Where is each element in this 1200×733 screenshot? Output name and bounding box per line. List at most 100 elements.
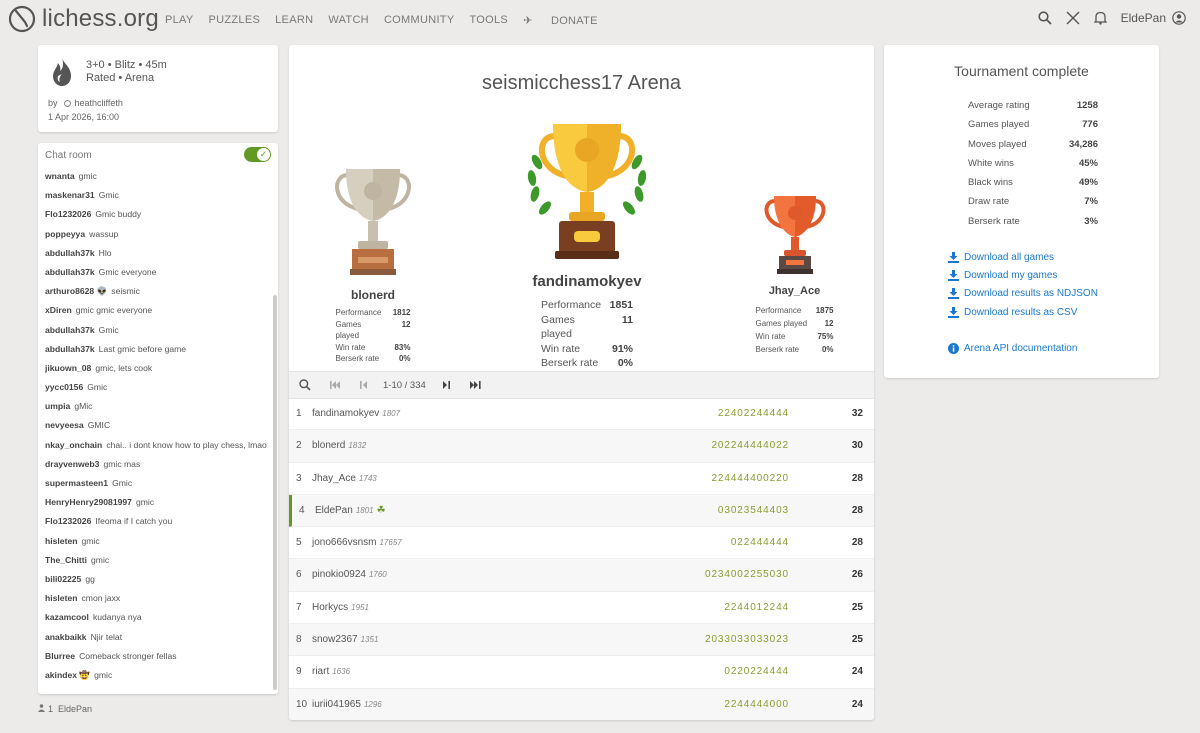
creator-link[interactable]: heathcliffeth [75,98,123,108]
download-my-games-link[interactable]: Download my games [948,270,1057,281]
standings-row[interactable]: 7 Horkycs 1951 2244012244 25 [289,592,874,625]
player[interactable]: pinokio0924 1760 [312,569,387,580]
prev-page-icon[interactable] [359,379,369,391]
members-name[interactable]: EldePan [58,704,92,714]
stat-label: Performance [755,306,802,315]
player-name[interactable]: blonerd [312,440,345,451]
chat-username[interactable]: arthuro8628 👽 [45,286,107,296]
chat-username[interactable]: nkay_onchain [45,440,102,450]
standings-row[interactable]: 9 riart 1636 0220224444 24 [289,656,874,689]
chat-username[interactable]: xDiren [45,305,72,315]
player[interactable]: fandinamokyev 1807 [312,408,400,419]
chat-username[interactable]: yycc0156 [45,382,83,392]
chat-message: anakbaikk Njir telat [45,632,267,643]
nav-learn[interactable]: LEARN [275,14,313,27]
standings-row[interactable]: 2 blonerd 1832 202244444022 30 [289,430,874,463]
player-name[interactable]: riart [312,666,329,677]
api-docs-label: Arena API documentation [964,343,1078,354]
chat-username[interactable]: abdullah37k [45,344,95,354]
standings-row[interactable]: 1 fandinamokyev 1807 22402244444 32 [289,398,874,431]
player-name[interactable]: EldePan [315,505,353,516]
site-logo[interactable]: lichess.org [8,5,159,33]
chat-username[interactable]: hisleten [45,593,77,603]
second-name[interactable]: blonerd [325,288,421,302]
chat-username[interactable]: hisleten [45,536,77,546]
chat-username[interactable]: abdullah37k [45,248,95,258]
player[interactable]: Jhay_Ace 1743 [312,473,377,484]
player-name[interactable]: fandinamokyev [312,408,379,419]
chat-username[interactable]: bili02225 [45,574,81,584]
chat-username[interactable]: wnanta [45,171,75,181]
chat-username[interactable]: drayvenweb3 [45,459,99,469]
third-name[interactable]: Jhay_Ace [747,285,842,297]
chat-text: Gmic buddy [95,209,142,220]
chat-username[interactable]: akindex 🤠 [45,670,90,680]
stat-label: Berserk rate [968,215,1020,227]
download-label: Download all games [964,252,1055,263]
player[interactable]: jono666vsnsm 17657 [312,537,402,548]
bell-icon[interactable] [1093,11,1107,25]
download-ndjson-link[interactable]: Download results as NDJSON [948,288,1098,299]
download-csv-link[interactable]: Download results as CSV [948,307,1077,318]
stat-value: 91% [611,342,633,355]
stat-value: 45% [1078,157,1098,169]
stat-value: 7% [1084,196,1098,208]
player[interactable]: blonerd 1832 [312,440,366,451]
chat-username[interactable]: HenryHenry29081997 [45,497,132,507]
chat-scrollbar[interactable] [273,295,277,690]
crossed-swords-icon[interactable] [1066,11,1080,25]
chat-username[interactable]: Flo1232026 [45,209,91,219]
player-name[interactable]: Horkycs [312,602,348,613]
nav-community[interactable]: COMMUNITY [384,14,455,27]
player[interactable]: Horkycs 1951 [312,602,369,613]
player[interactable]: EldePan 1801 ☘ [315,505,386,516]
standings-row[interactable]: 3 Jhay_Ace 1743 224444400220 28 [289,463,874,495]
player-name[interactable]: Jhay_Ace [312,473,356,484]
chat-username[interactable]: abdullah37k [45,325,95,335]
chat-username[interactable]: Flo1232026 [45,516,91,526]
members-count: 1 [48,704,54,714]
first-name[interactable]: fandinamokyev [517,273,657,290]
player[interactable]: riart 1636 [312,666,350,677]
search-icon[interactable] [299,379,311,391]
nav-tools[interactable]: TOOLS [469,14,508,27]
chat-username[interactable]: supermasteen1 [45,478,108,488]
nav-puzzles[interactable]: PUZZLES [209,14,261,27]
standings-row[interactable]: 8 snow2367 1351 2033033033023 25 [289,624,874,657]
standings-row[interactable]: 10 iurii041965 1296 2244444000 24 [289,688,874,720]
donate-label: DONATE [550,15,598,27]
user-avatar-icon[interactable] [1172,11,1186,25]
first-page-icon[interactable] [329,379,341,391]
player-name[interactable]: pinokio0924 [312,569,366,580]
stat-value: 1812 [392,308,411,317]
chat-username[interactable]: jikuown_08 [45,363,91,373]
stat-label: Black wins [968,177,1013,189]
player-name[interactable]: jono666vsnsm [312,537,376,548]
chat-username[interactable]: nevyeesa [45,420,84,430]
download-all-games-link[interactable]: Download all games [948,252,1054,263]
chat-username[interactable]: anakbaikk [45,632,87,642]
player[interactable]: snow2367 1351 [312,634,378,645]
standings-row[interactable]: 4 EldePan 1801 ☘ 03023544403 28 [289,494,874,528]
chat-username[interactable]: The_Chitti [45,555,87,565]
player-name[interactable]: iurii041965 [312,699,361,710]
nav-watch[interactable]: WATCH [328,14,369,27]
search-icon[interactable] [1038,11,1052,25]
chat-toggle[interactable]: ✓ [244,147,271,162]
chat-username[interactable]: poppeyya [45,229,85,239]
nav-donate[interactable]: ✈ DONATE [523,14,613,27]
player-name[interactable]: snow2367 [312,634,358,645]
player[interactable]: iurii041965 1296 [312,699,382,710]
last-page-icon[interactable] [469,379,482,391]
chat-username[interactable]: Blurree [45,651,75,661]
nav-play[interactable]: PLAY [165,14,194,27]
api-docs-link[interactable]: Arena API documentation [948,343,1077,354]
standings-row[interactable]: 6 pinokio0924 1760 0234002255030 26 [289,559,874,592]
chat-username[interactable]: kazamcool [45,612,89,622]
chat-username[interactable]: maskenar31 [45,190,95,200]
next-page-icon[interactable] [441,379,451,391]
standings-row[interactable]: 5 jono666vsnsm 17657 022444444 28 [289,527,874,560]
chat-username[interactable]: abdullah37k [45,267,95,277]
user-menu[interactable]: EldePan [1121,11,1166,25]
chat-username[interactable]: umpia [45,401,70,411]
